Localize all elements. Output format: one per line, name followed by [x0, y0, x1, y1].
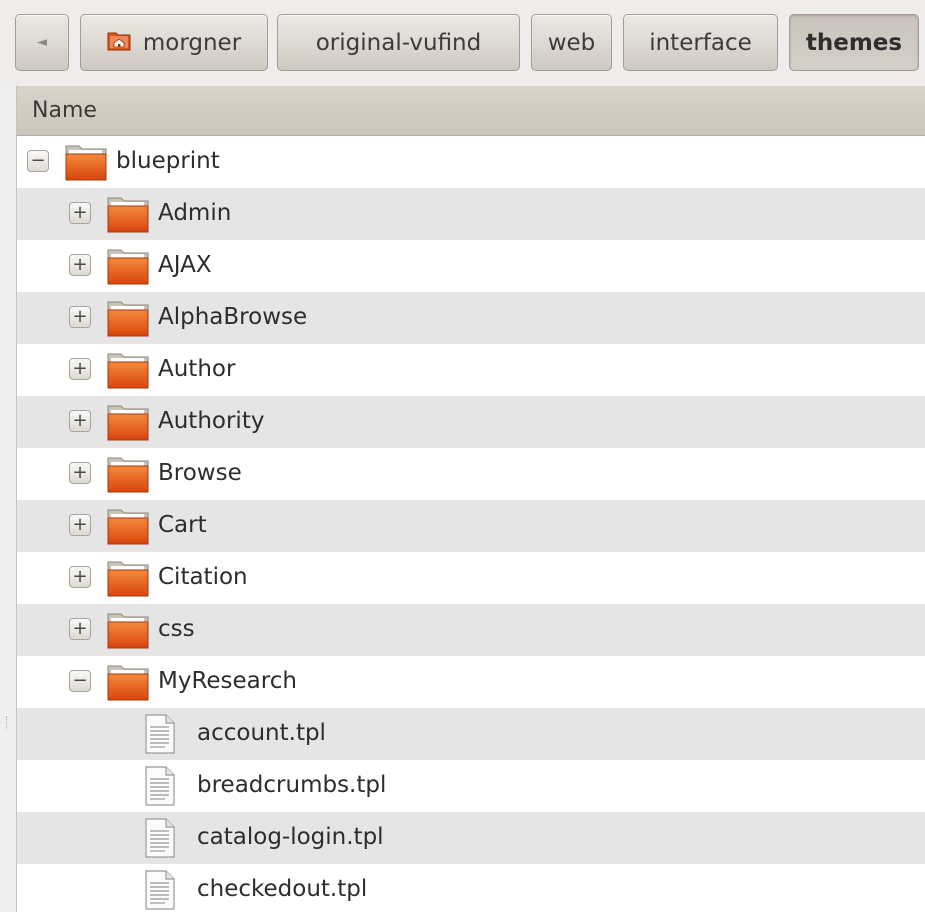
folder-row[interactable]: + AJAX: [17, 240, 925, 292]
row-name: AlphaBrowse: [158, 304, 308, 330]
folder-row[interactable]: + Author: [17, 344, 925, 396]
breadcrumb-label: original-vufind: [315, 29, 482, 56]
expand-icon[interactable]: +: [69, 410, 91, 432]
row-name: Authority: [158, 408, 265, 434]
file-row[interactable]: account.tpl: [17, 708, 925, 760]
folder-icon: [107, 611, 149, 655]
breadcrumb-label: interface: [649, 29, 752, 56]
text-file-icon: [145, 714, 175, 760]
expand-icon[interactable]: +: [69, 358, 91, 380]
column-header-name[interactable]: Name: [17, 86, 925, 136]
folder-row[interactable]: − blueprint: [17, 136, 925, 188]
folder-icon: [107, 455, 149, 499]
arrow-left-icon: ◄: [37, 35, 47, 50]
collapse-icon[interactable]: −: [69, 670, 91, 692]
pathbar-scroll-left-button[interactable]: ◄: [15, 14, 69, 71]
expand-icon[interactable]: +: [69, 306, 91, 328]
breadcrumb-interface[interactable]: interface: [623, 14, 778, 71]
breadcrumb-label: morgner: [142, 29, 242, 56]
expand-icon[interactable]: +: [69, 566, 91, 588]
folder-row[interactable]: + AlphaBrowse: [17, 292, 925, 344]
breadcrumb-label: web: [547, 29, 596, 56]
folder-icon: [107, 351, 149, 395]
row-name: blueprint: [116, 148, 220, 174]
row-name: css: [158, 616, 195, 642]
folder-row[interactable]: + css: [17, 604, 925, 656]
text-file-icon: [145, 818, 175, 864]
collapse-icon[interactable]: −: [27, 150, 49, 172]
breadcrumb-web[interactable]: web: [531, 14, 612, 71]
expand-icon[interactable]: +: [69, 202, 91, 224]
expand-icon[interactable]: +: [69, 514, 91, 536]
text-file-icon: [145, 870, 175, 912]
text-file-icon: [145, 766, 175, 812]
row-name: Admin: [158, 200, 232, 226]
file-row[interactable]: checkedout.tpl: [17, 864, 925, 912]
file-row[interactable]: catalog-login.tpl: [17, 812, 925, 864]
home-folder-icon: [107, 29, 131, 57]
folder-icon: [65, 143, 107, 187]
row-name: Author: [158, 356, 236, 382]
folder-row[interactable]: + Admin: [17, 188, 925, 240]
expand-icon[interactable]: +: [69, 462, 91, 484]
folder-icon: [107, 663, 149, 707]
row-name: MyResearch: [158, 668, 297, 694]
folder-row[interactable]: + Citation: [17, 552, 925, 604]
row-name: Browse: [158, 460, 242, 486]
file-rows: − blueprint + Admin + AJAX + AlphaBrowse…: [17, 136, 925, 912]
folder-row[interactable]: + Browse: [17, 448, 925, 500]
folder-icon: [107, 403, 149, 447]
pane-resize-handle[interactable]: [6, 716, 11, 730]
location-pathbar: ◄ morgner original-vufind web interface …: [0, 0, 925, 87]
file-row[interactable]: breadcrumbs.tpl: [17, 760, 925, 812]
folder-icon: [107, 299, 149, 343]
folder-icon: [107, 247, 149, 291]
folder-row[interactable]: − MyResearch: [17, 656, 925, 708]
folder-icon: [107, 559, 149, 603]
row-name: Cart: [158, 512, 207, 538]
folder-row[interactable]: + Authority: [17, 396, 925, 448]
expand-icon[interactable]: +: [69, 618, 91, 640]
row-name: account.tpl: [197, 720, 326, 746]
row-name: catalog-login.tpl: [197, 824, 384, 850]
row-name: Citation: [158, 564, 248, 590]
row-name: breadcrumbs.tpl: [197, 772, 387, 798]
breadcrumb-morgner[interactable]: morgner: [80, 14, 268, 71]
folder-icon: [107, 195, 149, 239]
row-name: checkedout.tpl: [197, 876, 368, 902]
folder-icon: [107, 507, 149, 551]
column-header-label: Name: [32, 98, 97, 123]
breadcrumb-original-vufind[interactable]: original-vufind: [277, 14, 520, 71]
breadcrumb-themes[interactable]: themes: [789, 14, 919, 71]
file-list-view: Name − blueprint + Admin + AJAX + AlphaB…: [16, 86, 925, 912]
expand-icon[interactable]: +: [69, 254, 91, 276]
breadcrumb-label: themes: [805, 29, 903, 56]
row-name: AJAX: [158, 252, 212, 278]
folder-row[interactable]: + Cart: [17, 500, 925, 552]
